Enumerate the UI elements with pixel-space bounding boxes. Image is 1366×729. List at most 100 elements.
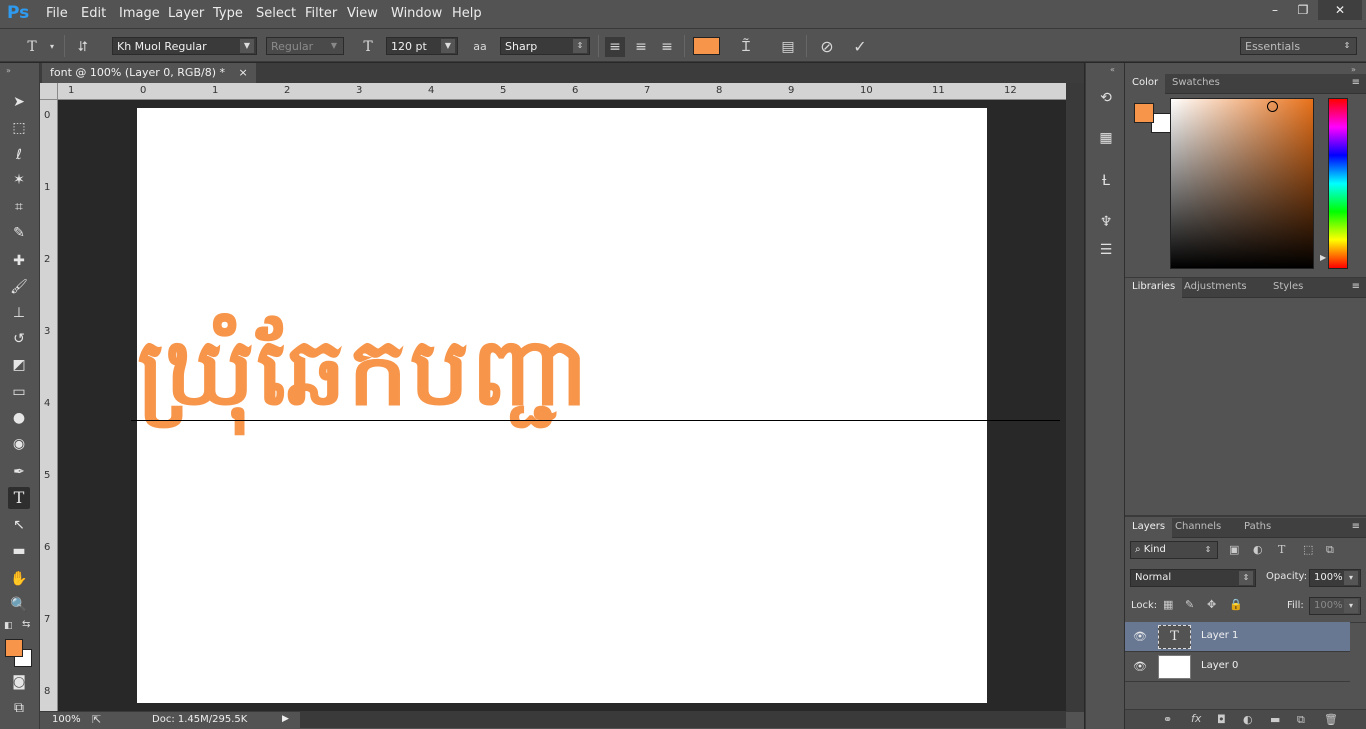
filter-shape-icon[interactable]: ⬚ [1303,543,1313,556]
menu-edit[interactable]: Edit [81,6,106,21]
cancel-edits-icon[interactable]: ⊘ [817,37,837,57]
panel-menu-icon[interactable]: ≡ [1352,521,1360,532]
lock-position-icon[interactable]: ✥ [1207,598,1216,611]
color-spectrum-field[interactable] [1170,98,1314,269]
menu-select[interactable]: Select [256,6,296,21]
document-canvas[interactable]: ឃ្រុំឆែកបញ្ជា [137,108,987,703]
zoom-level[interactable]: 100% [52,714,81,725]
menu-file[interactable]: File [46,6,68,21]
tab-paths[interactable]: Paths [1237,518,1278,538]
character-panel-icon[interactable]: Ƚ [1095,170,1117,192]
swap-colors-icon[interactable]: ⇆ [22,619,30,630]
color-panel-fg-swatch[interactable] [1134,103,1154,123]
layer-style-icon[interactable]: fx [1191,712,1201,725]
tab-libraries[interactable]: Libraries [1125,278,1183,298]
restore-button[interactable]: ❐ [1288,0,1318,20]
hue-slider-marker-icon[interactable]: ▶ [1320,253,1326,262]
path-selection-tool-icon[interactable]: ↖ [8,514,30,536]
canvas-text-layer[interactable]: ឃ្រុំឆែកបញ្ជា [137,318,987,428]
layer-row[interactable]: 👁 T Layer 1 [1125,622,1350,652]
font-family-select[interactable]: Kh Muol Regular ▼ [112,37,257,55]
clone-stamp-tool-icon[interactable]: ⊥ [8,302,30,324]
blend-mode-select[interactable]: Normal ⇕ [1130,569,1256,587]
blur-tool-icon[interactable]: ● [8,407,30,429]
visibility-eye-icon[interactable]: 👁 [1133,630,1147,643]
add-mask-icon[interactable]: ◘ [1217,713,1226,726]
font-size-select[interactable]: 120 pt ▼ [386,37,458,55]
color-panel-bg-swatch[interactable] [1151,113,1171,133]
menu-type[interactable]: Type [213,6,243,21]
hand-tool-icon[interactable]: ✋ [8,568,30,590]
export-icon[interactable]: ⇱ [92,713,101,726]
layer-filter-select[interactable]: ⌕ Kind ⇕ [1130,541,1218,559]
visibility-eye-icon[interactable]: 👁 [1133,660,1147,673]
menu-window[interactable]: Window [391,6,442,21]
pen-tool-icon[interactable]: ✒ [8,461,30,483]
type-tool-preset-icon[interactable]: T [22,37,42,57]
document-tab[interactable]: font @ 100% (Layer 0, RGB/8) * × [42,63,256,83]
menu-layer[interactable]: Layer [168,6,204,21]
brush-tool-icon[interactable]: 🖌 [8,276,30,298]
healing-brush-tool-icon[interactable]: ✚ [8,250,30,272]
adjustment-layer-icon[interactable]: ◐ [1243,713,1253,726]
lasso-tool-icon[interactable]: ℓ [8,144,30,166]
color-picker-cursor[interactable] [1267,101,1278,112]
vertical-ruler[interactable]: 0 1 2 3 4 5 6 7 8 [40,100,58,711]
panel-menu-icon[interactable]: ≡ [1352,281,1360,292]
layer-name[interactable]: Layer 0 [1201,660,1238,671]
rectangle-tool-icon[interactable]: ▬ [8,540,30,562]
collapse-icon[interactable]: » [1351,65,1356,74]
align-right-icon[interactable]: ≡ [657,37,677,57]
eyedropper-tool-icon[interactable]: ✎ [8,222,30,244]
screen-mode-icon[interactable]: ⧉ [8,697,30,719]
tab-layers[interactable]: Layers [1125,518,1173,538]
commit-edits-icon[interactable]: ✓ [850,37,870,57]
preset-dropdown-icon[interactable]: ▾ [42,37,62,57]
workspace-select[interactable]: Essentials ⇕ [1240,37,1357,55]
menu-view[interactable]: View [347,6,378,21]
foreground-color-swatch[interactable] [5,639,23,657]
lock-all-icon[interactable]: 🔒 [1229,598,1243,611]
horizontal-scrollbar[interactable] [300,712,1066,728]
brush-presets-icon[interactable]: ♆ [1095,211,1117,233]
tab-styles[interactable]: Styles [1266,278,1310,298]
close-tab-icon[interactable]: × [238,66,247,79]
menu-filter[interactable]: Filter [305,6,337,21]
horizontal-ruler[interactable]: 1 0 1 2 3 4 5 6 7 8 9 10 11 12 [58,83,1066,100]
crop-tool-icon[interactable]: ⌗ [8,196,30,218]
text-orientation-icon[interactable]: ⮃ [73,37,93,57]
collapse-icon[interactable]: » [6,66,11,75]
text-color-swatch[interactable] [693,37,720,55]
filter-smart-object-icon[interactable]: ⧉ [1326,543,1334,557]
vertical-scrollbar[interactable] [1066,83,1084,711]
eraser-tool-icon[interactable]: ◩ [8,354,30,376]
link-layers-icon[interactable]: ⚭ [1163,713,1172,726]
panel-menu-icon[interactable]: ≡ [1352,77,1360,88]
type-tool-icon[interactable]: T [8,487,30,509]
gradient-tool-icon[interactable]: ▭ [8,381,30,403]
align-left-icon[interactable]: ≡ [605,37,625,57]
new-group-icon[interactable]: ▬ [1270,713,1280,726]
warp-text-icon[interactable]: Ɪ̃ [736,37,756,57]
magic-wand-tool-icon[interactable]: ✶ [8,169,30,191]
hue-slider[interactable] [1328,98,1348,269]
layer-name[interactable]: Layer 1 [1201,630,1238,641]
status-menu-arrow-icon[interactable]: ▶ [282,714,289,724]
tab-adjustments[interactable]: Adjustments [1177,278,1254,298]
lock-transparent-icon[interactable]: ▦ [1163,598,1173,611]
font-style-select[interactable]: Regular ▼ [266,37,344,55]
filter-pixel-icon[interactable]: ▣ [1229,543,1239,556]
collapse-icon[interactable]: « [1110,65,1115,74]
filter-adjustment-icon[interactable]: ◐ [1253,543,1263,556]
character-panel-icon[interactable]: ▤ [778,37,798,57]
marquee-tool-icon[interactable]: ⬚ [8,117,30,139]
new-layer-icon[interactable]: ⧉ [1297,713,1305,727]
minimize-button[interactable]: – [1260,0,1290,20]
properties-panel-icon[interactable]: ▦ [1095,127,1117,149]
align-center-icon[interactable]: ≡ [631,37,651,57]
tab-color[interactable]: Color [1125,74,1166,94]
tab-swatches[interactable]: Swatches [1165,74,1227,94]
quick-mask-icon[interactable]: ◙ [8,671,30,693]
zoom-tool-icon[interactable]: 🔍 [8,594,30,616]
close-window-button[interactable]: ✕ [1318,0,1362,20]
